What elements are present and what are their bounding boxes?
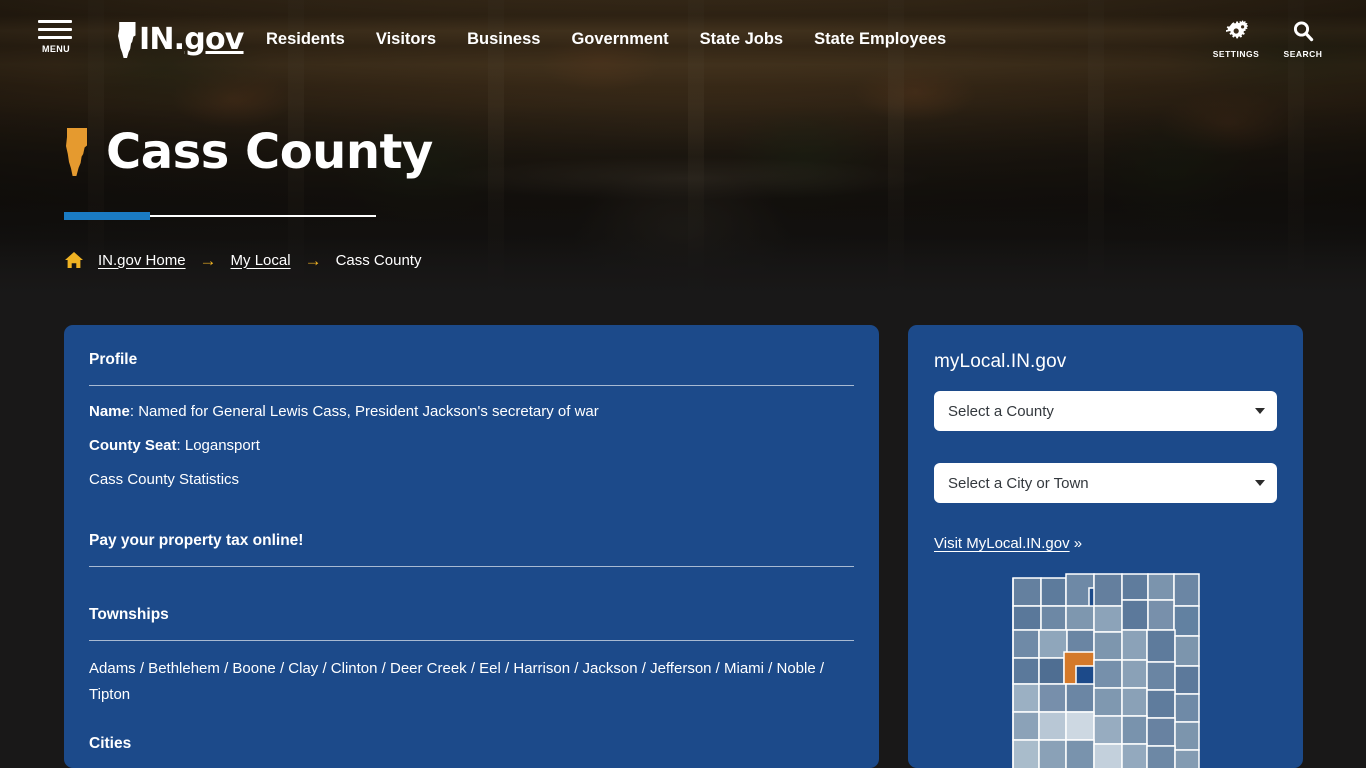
page-title: Cass County <box>106 124 433 180</box>
county-statistics-link[interactable]: Cass County Statistics <box>89 471 239 488</box>
county-select[interactable]: Select a County <box>934 391 1277 431</box>
mylocal-title: myLocal.IN.gov <box>934 351 1067 372</box>
mylocal-panel: myLocal.IN.gov Select a County Select a … <box>908 325 1303 768</box>
breadcrumb-current: Cass County <box>335 251 422 269</box>
county-select-value: Select a County <box>948 402 1054 420</box>
breadcrumb: IN.gov Home → My Local → Cass County <box>64 251 421 269</box>
profile-seat-label: County Seat <box>89 436 177 454</box>
visit-mylocal-label: Visit MyLocal.IN.gov <box>934 535 1070 552</box>
profile-name-value: : Named for General Lewis Cass, Presiden… <box>129 403 599 420</box>
townships-list: Adams / Bethlehem / Boone / Clay / Clint… <box>89 660 825 704</box>
logo-dot: . <box>173 22 185 57</box>
nav-item-visitors[interactable]: Visitors <box>376 30 467 49</box>
property-tax-divider <box>89 566 854 568</box>
settings-button[interactable]: SETTINGS <box>1206 20 1266 59</box>
profile-heading: Profile <box>89 351 138 368</box>
logo-gov: gov <box>184 22 244 57</box>
visit-mylocal-link[interactable]: Visit MyLocal.IN.gov » <box>934 535 1082 552</box>
profile-statistics-row: Cass County Statistics <box>89 469 854 491</box>
profile-seat-value: : Logansport <box>176 436 260 454</box>
logo-wordmark: IN.gov <box>139 25 244 55</box>
visit-mylocal-chevrons: » <box>1073 535 1083 552</box>
breadcrumb-link-ingov-home[interactable]: IN.gov Home <box>98 252 186 269</box>
city-select[interactable]: Select a City or Town <box>934 463 1277 503</box>
hamburger-bar <box>38 20 72 23</box>
nav-item-business[interactable]: Business <box>467 30 571 49</box>
menu-button-label: MENU <box>41 44 71 54</box>
search-label: SEARCH <box>1283 49 1323 59</box>
profile-divider <box>89 385 854 386</box>
primary-menu: Residents Visitors Business Government S… <box>266 30 977 49</box>
nav-item-government[interactable]: Government <box>571 30 699 49</box>
profile-county-seat-row: County Seat: Logansport <box>89 435 854 457</box>
breadcrumb-arrow-icon: → <box>304 250 322 270</box>
nav-item-state-employees[interactable]: State Employees <box>814 30 977 49</box>
magnifier-icon <box>1293 21 1314 42</box>
title-accent-rule <box>64 212 376 220</box>
chevron-down-icon <box>1255 480 1265 486</box>
breadcrumb-link-my-local[interactable]: My Local <box>231 252 291 269</box>
hero-bottom-fade <box>0 238 1366 308</box>
nav-item-state-jobs[interactable]: State Jobs <box>700 30 814 49</box>
accent-rule-white <box>150 215 376 217</box>
accent-rule-blue <box>64 212 150 220</box>
profile-name-label: Name <box>89 403 130 420</box>
ingov-logo[interactable]: IN.gov <box>116 22 244 58</box>
breadcrumb-arrow-icon: → <box>199 250 217 270</box>
hamburger-bar <box>38 36 72 39</box>
indiana-state-outline-icon <box>66 128 87 176</box>
nav-item-residents[interactable]: Residents <box>266 30 376 49</box>
profile-name-row: Name: Named for General Lewis Cass, Pres… <box>89 401 854 423</box>
chevron-down-icon <box>1255 408 1265 414</box>
top-navigation-bar: MENU IN.gov Residents Visitors Business … <box>0 0 1366 80</box>
county-map-wrapper <box>934 570 1277 768</box>
townships-heading: Townships <box>89 606 169 624</box>
gears-icon <box>1226 20 1248 39</box>
city-select-value: Select a City or Town <box>948 474 1089 492</box>
menu-button[interactable]: MENU <box>38 20 74 54</box>
indiana-outline-icon <box>118 22 136 58</box>
logo-in: IN <box>139 22 174 57</box>
page-title-block: Cass County <box>64 124 433 220</box>
home-icon[interactable] <box>64 251 84 269</box>
townships-divider <box>89 640 854 642</box>
cities-heading: Cities <box>89 735 132 753</box>
indiana-county-map[interactable] <box>1011 570 1201 768</box>
property-tax-heading: Pay your property tax online! <box>89 532 304 550</box>
profile-panel: Profile Name: Named for General Lewis Ca… <box>64 325 879 768</box>
hamburger-bar <box>38 28 72 31</box>
search-button[interactable]: SEARCH <box>1273 20 1333 59</box>
settings-label: SETTINGS <box>1212 49 1260 59</box>
